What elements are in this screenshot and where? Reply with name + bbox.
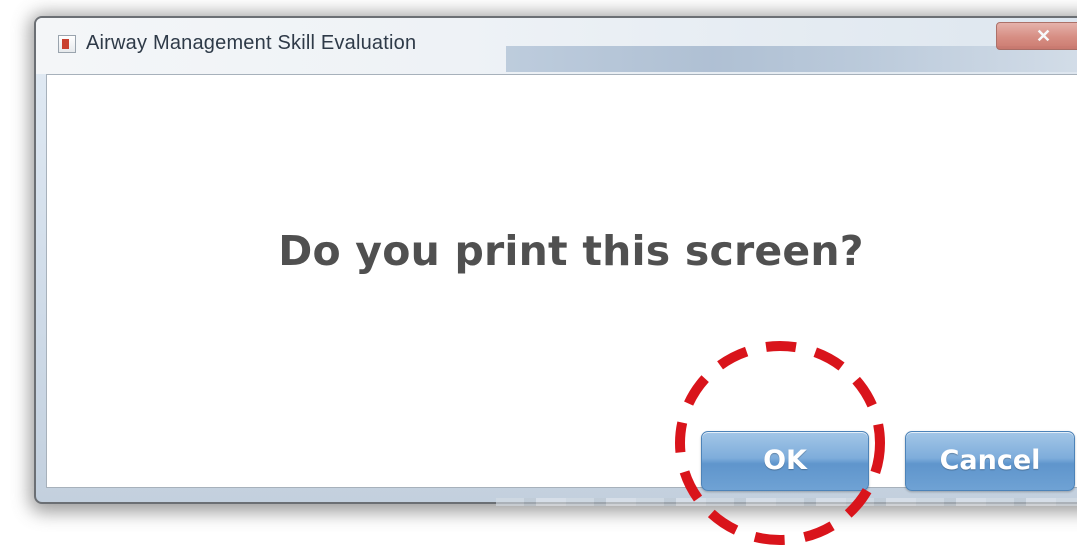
dialog-body: Do you print this screen? OK Cancel [46,74,1077,491]
app-icon [58,35,76,53]
window-title: Airway Management Skill Evaluation [86,32,417,54]
close-icon: ✕ [1035,26,1052,46]
title-bar[interactable]: Airway Management Skill Evaluation ✕ [36,18,1077,74]
title-bar-glass [506,46,1077,72]
dialog-message: Do you print this screen? [278,227,864,275]
close-button[interactable]: ✕ [996,22,1077,50]
dialog-window: Airway Management Skill Evaluation ✕ Do … [34,16,1077,506]
background-taskbar-strip [496,498,1077,506]
screenshot: Airway Management Skill Evaluation ✕ Do … [0,0,1077,546]
cancel-button[interactable]: Cancel [905,431,1075,491]
ok-button[interactable]: OK [701,431,869,491]
